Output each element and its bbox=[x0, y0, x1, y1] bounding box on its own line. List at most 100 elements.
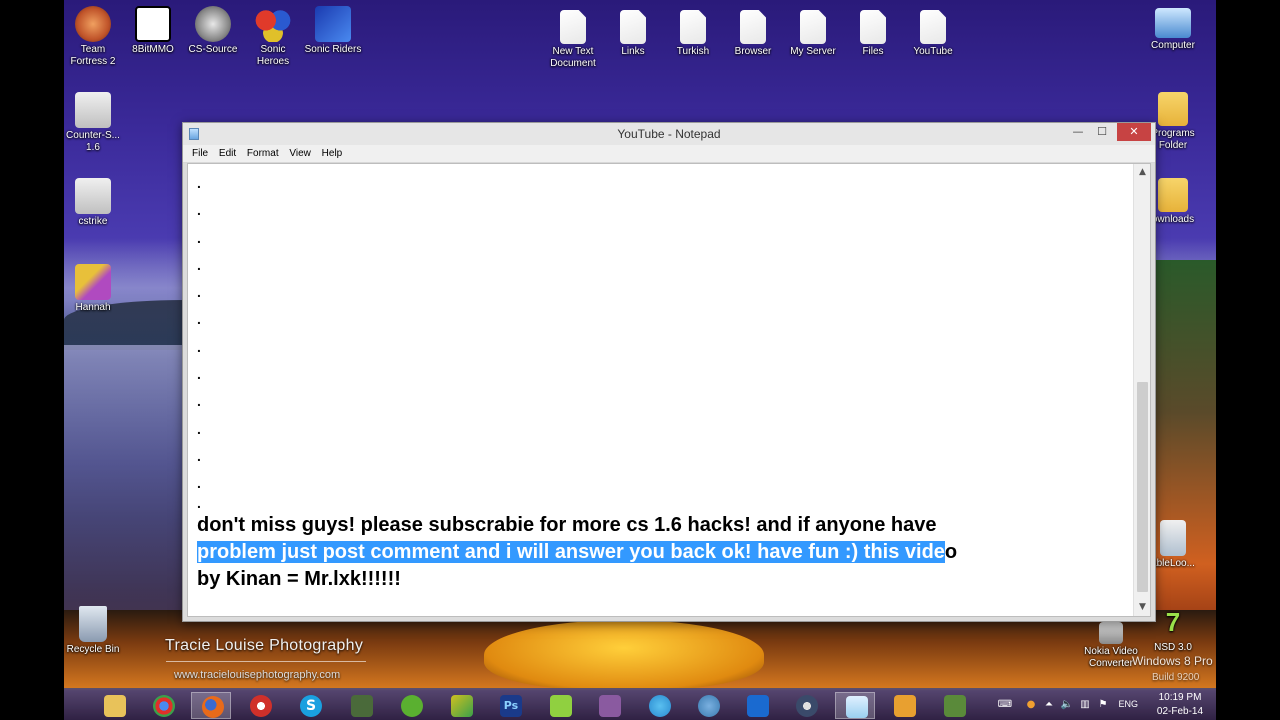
desktop-icon-cs-source[interactable]: CS-Source bbox=[183, 6, 243, 56]
opera-icon bbox=[250, 695, 272, 717]
8bitmmo-icon bbox=[135, 6, 171, 42]
close-button[interactable]: ✕ bbox=[1117, 123, 1151, 141]
window-title: YouTube - Notepad bbox=[617, 127, 721, 141]
taskbar-app-blue[interactable] bbox=[737, 692, 777, 719]
desktop-icon-sonic-heroes[interactable]: Sonic Heroes bbox=[243, 6, 303, 68]
taskbar-notepad[interactable] bbox=[835, 692, 875, 719]
taskbar-media-player[interactable] bbox=[884, 692, 924, 719]
notepad-title-bar[interactable]: YouTube - Notepad — ☐ ✕ bbox=[183, 123, 1155, 145]
app-icon bbox=[944, 695, 966, 717]
desktop-icon-my-server[interactable]: My Server bbox=[783, 10, 843, 58]
text-line: . bbox=[197, 420, 201, 437]
hannah-icon bbox=[75, 264, 111, 300]
desktop-icon-label: YouTube bbox=[913, 46, 953, 57]
menu-edit[interactable]: Edit bbox=[218, 145, 241, 159]
notepad-content[interactable]: . . . . . . . . . . . . . don't miss guy… bbox=[197, 170, 1128, 616]
taskbar-opera[interactable] bbox=[240, 692, 280, 719]
cstrike-icon bbox=[75, 178, 111, 214]
language-indicator[interactable]: ENG bbox=[1118, 699, 1138, 709]
keyboard-icon[interactable]: ⌨ bbox=[994, 698, 1016, 712]
android-icon bbox=[550, 695, 572, 717]
tf2-icon bbox=[75, 6, 111, 42]
desktop-icon-label: Hannah bbox=[75, 302, 111, 313]
desktop-icon-browser[interactable]: Browser bbox=[723, 10, 783, 58]
notepad-icon bbox=[846, 696, 868, 718]
taskbar-app-last[interactable] bbox=[934, 692, 974, 719]
volume-icon[interactable]: 🔈 bbox=[1060, 698, 1074, 712]
desktop-icon-computer[interactable]: Computer bbox=[1143, 8, 1203, 52]
media-player-icon bbox=[894, 695, 916, 717]
portable-icon bbox=[1160, 520, 1186, 556]
action-center-icon[interactable]: ⚑ bbox=[1096, 698, 1110, 712]
desktop-icon-label: Sonic Riders bbox=[304, 44, 362, 55]
text-line: . bbox=[197, 229, 201, 246]
tray-arrow-icon[interactable]: ⏶ bbox=[1042, 698, 1056, 712]
taskbar-utorrent[interactable] bbox=[391, 692, 431, 719]
recycle-bin-icon bbox=[79, 606, 107, 642]
globe-icon bbox=[698, 695, 720, 717]
menu-format[interactable]: Format bbox=[246, 145, 284, 159]
taskbar-tool[interactable] bbox=[341, 692, 381, 719]
wallpaper-watermark-title: Tracie Louise Photography bbox=[165, 637, 364, 654]
selected-text: problem just post comment and i will ans… bbox=[197, 540, 945, 563]
taskbar-firefox[interactable] bbox=[191, 692, 231, 719]
text-line: problem just post comment and i will ans… bbox=[197, 539, 1128, 566]
scrollbar-thumb[interactable] bbox=[1137, 382, 1148, 592]
windows-version-watermark: Windows 8 Pro bbox=[1132, 654, 1213, 668]
text-line: . bbox=[197, 175, 201, 191]
desktop-icon-label: Sonic Heroes bbox=[256, 44, 290, 67]
taskbar-globe-2[interactable] bbox=[688, 692, 728, 719]
clock-date[interactable]: 02-Feb-14 bbox=[1154, 706, 1206, 717]
text-line: . bbox=[197, 366, 201, 383]
taskbar-photoshop[interactable]: Ps bbox=[490, 692, 530, 719]
desktop-icon-label: Team Fortress 2 bbox=[70, 44, 116, 67]
notepad-text-area[interactable]: . . . . . . . . . . . . . don't miss guy… bbox=[187, 163, 1151, 617]
text-line: . bbox=[197, 284, 201, 301]
text-line: . bbox=[197, 475, 201, 492]
tray-app-icon[interactable]: ● bbox=[1024, 698, 1038, 712]
desktop-icon-8bitmmo[interactable]: 8BitMMO bbox=[123, 6, 183, 56]
text-line: . bbox=[197, 447, 201, 464]
taskbar-chrome[interactable] bbox=[143, 692, 183, 719]
desktop-icon-team-fortress-2[interactable]: Team Fortress 2 bbox=[63, 6, 123, 68]
taskbar-globe[interactable] bbox=[639, 692, 679, 719]
text-line: . bbox=[197, 311, 201, 328]
menu-file[interactable]: File bbox=[191, 145, 213, 159]
minimize-button[interactable]: — bbox=[1065, 123, 1091, 141]
taskbar-winrar[interactable] bbox=[589, 692, 629, 719]
desktop-icon-turkish[interactable]: Turkish bbox=[663, 10, 723, 58]
text-line: don't miss guys! please subscrabie for m… bbox=[197, 513, 937, 536]
menu-help[interactable]: Help bbox=[321, 145, 348, 159]
system-tray: ⌨ ● ⏶ 🔈 ▥ ⚑ ENG 10:19 PM 02-Feb-14 bbox=[996, 689, 1216, 720]
desktop-icon-youtube[interactable]: YouTube bbox=[903, 10, 963, 58]
desktop-icon-new-text-document[interactable]: New Text Document bbox=[543, 10, 603, 70]
scroll-up-arrow-icon[interactable]: ▲ bbox=[1134, 164, 1150, 181]
text-file-icon bbox=[800, 10, 826, 44]
desktop-icon-links[interactable]: Links bbox=[603, 10, 663, 58]
taskbar-file-explorer[interactable] bbox=[94, 692, 134, 719]
computer-icon bbox=[1155, 8, 1191, 38]
text-line: . bbox=[197, 202, 201, 219]
desktop-icon-sonic-riders[interactable]: Sonic Riders bbox=[303, 6, 363, 56]
scroll-down-arrow-icon[interactable]: ▼ bbox=[1134, 599, 1150, 616]
maximize-button[interactable]: ☐ bbox=[1089, 123, 1115, 141]
desktop-icon-label: Counter-S... 1.6 bbox=[66, 130, 120, 153]
desktop-icon-label: Nokia Video Converter bbox=[1084, 646, 1138, 669]
menu-view[interactable]: View bbox=[288, 145, 316, 159]
taskbar-android[interactable] bbox=[540, 692, 580, 719]
vertical-scrollbar[interactable]: ▲ ▼ bbox=[1133, 164, 1150, 616]
desktop-icon-label: 8BitMMO bbox=[132, 44, 174, 55]
globe-icon bbox=[649, 695, 671, 717]
desktop-icon-files[interactable]: Files bbox=[843, 10, 903, 58]
desktop-icon-hannah[interactable]: Hannah bbox=[63, 264, 123, 314]
clock-time[interactable]: 10:19 PM bbox=[1154, 692, 1206, 703]
taskbar-skype[interactable]: S bbox=[290, 692, 330, 719]
steam-icon bbox=[796, 695, 818, 717]
desktop-icon-counter-strike[interactable]: Counter-S... 1.6 bbox=[63, 92, 123, 154]
network-icon[interactable]: ▥ bbox=[1078, 698, 1092, 712]
taskbar-steam[interactable] bbox=[786, 692, 826, 719]
desktop-icon-cstrike[interactable]: cstrike bbox=[63, 178, 123, 228]
taskbar-app[interactable] bbox=[441, 692, 481, 719]
chrome-icon bbox=[153, 695, 175, 717]
desktop-icon-recycle-bin[interactable]: Recycle Bin bbox=[63, 606, 123, 656]
